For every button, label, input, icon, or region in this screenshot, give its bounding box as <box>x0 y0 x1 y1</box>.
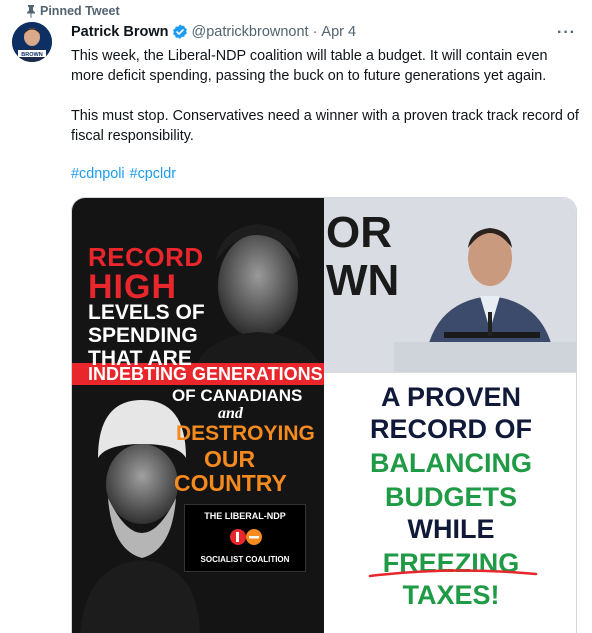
ad-text: OF CANADIANS <box>172 386 303 405</box>
ad-text: and <box>218 405 243 422</box>
ad-text: WHILE <box>407 514 495 544</box>
ad-text: SPENDING <box>88 324 198 347</box>
hashtag-link[interactable]: #cpcldr <box>130 166 176 182</box>
pinned-indicator: Pinned Tweet <box>27 3 120 19</box>
tweet-header: Patrick Brown @patrickbrownont · Apr 4 ·… <box>71 22 582 42</box>
pinned-label: Pinned Tweet <box>40 4 120 18</box>
tweet-body: This week, the Liberal-NDP coalition wil… <box>71 46 581 146</box>
ad-text: RECORD OF <box>370 414 532 444</box>
background-sign-text: WN <box>326 256 400 305</box>
user-handle[interactable]: @patrickbrownont <box>192 24 309 40</box>
tweet-paragraph: This week, the Liberal-NDP coalition wil… <box>71 48 548 84</box>
coalition-line: SOCIALIST COALITION <box>200 555 290 564</box>
display-name[interactable]: Patrick Brown <box>71 24 169 40</box>
background-sign-text: OR <box>326 208 392 257</box>
ad-text: COUNTRY <box>174 470 287 496</box>
ad-text: BUDGETS <box>384 482 517 512</box>
media-right-panel: OR WN A PROVEN RECORD OF BALANCING BUDGE… <box>324 198 576 633</box>
ad-text: LEVELS OF <box>88 301 205 324</box>
ad-text: BALANCING <box>370 448 532 478</box>
pin-icon <box>27 5 35 18</box>
coalition-line: THE LIBERAL-NDP <box>204 511 286 521</box>
coalition-box: THE LIBERAL-NDP SOCIALIST COALITION <box>184 504 306 572</box>
hashtag-link[interactable]: #cdnpoli <box>71 166 125 182</box>
portrait-photo <box>192 208 324 376</box>
separator-dot: · <box>312 24 318 40</box>
tweet-media[interactable]: RECORD HIGH LEVELS OF SPENDING THAT ARE … <box>71 197 577 633</box>
ad-text: INDEBTING GENERATIONS <box>88 364 323 384</box>
ad-text: DESTROYING <box>176 422 315 445</box>
more-options-icon[interactable]: ··· <box>557 24 576 42</box>
ad-text: OUR <box>204 446 256 472</box>
speaker-photo <box>394 228 576 372</box>
avatar-text: BROWN <box>21 52 42 58</box>
tweet-paragraph: This must stop. Conservatives need a win… <box>71 108 579 144</box>
red-underline-icon <box>368 569 538 578</box>
tweet-date[interactable]: Apr 4 <box>321 24 356 40</box>
avatar[interactable]: BROWN <box>12 22 52 62</box>
ad-text: A PROVEN <box>380 382 522 412</box>
hashtags: #cdnpoli #cpcldr <box>71 166 181 182</box>
verified-badge-icon <box>172 24 187 39</box>
ad-text: TAXES! <box>402 580 500 610</box>
party-logos-icon <box>230 529 262 545</box>
media-left-panel: RECORD HIGH LEVELS OF SPENDING THAT ARE … <box>72 198 324 633</box>
